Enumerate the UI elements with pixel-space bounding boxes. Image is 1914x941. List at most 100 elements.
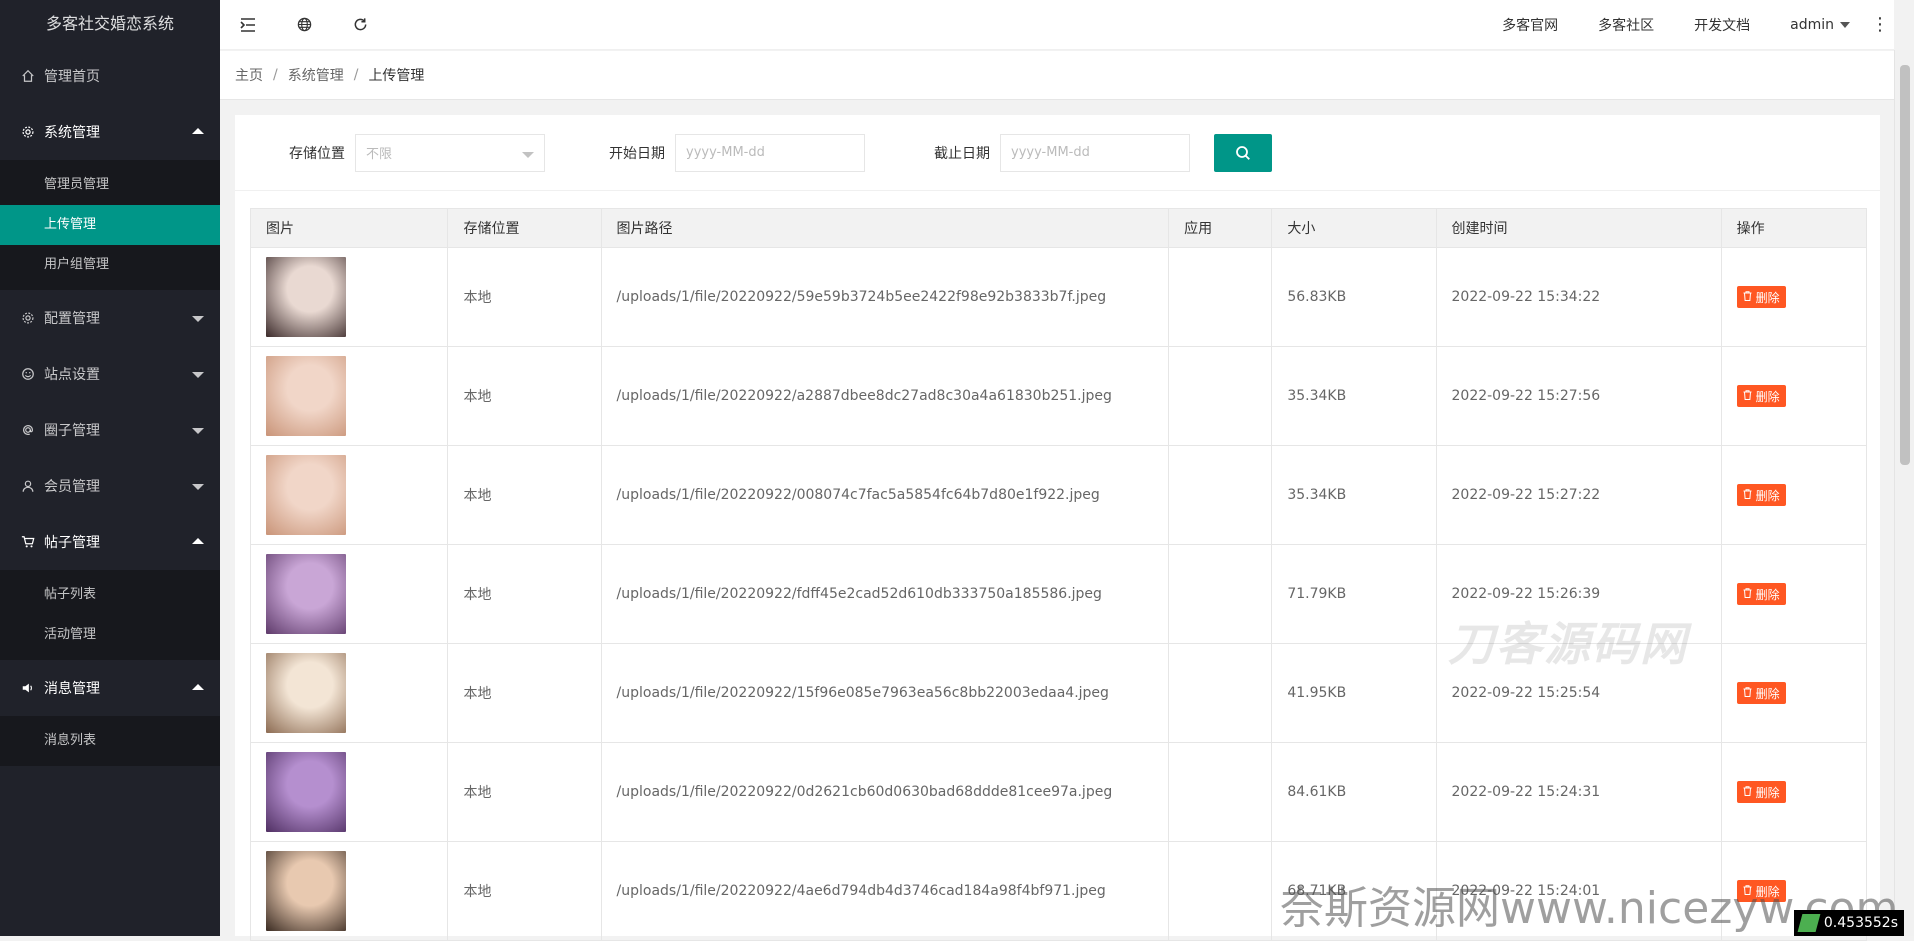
- cell-size: 41.95KB: [1272, 644, 1436, 743]
- trash-icon: [1743, 588, 1752, 601]
- cell-app: [1169, 545, 1272, 644]
- delete-button[interactable]: 删除: [1737, 385, 1786, 407]
- cell-app: [1169, 446, 1272, 545]
- caret-down-icon: [192, 316, 204, 322]
- sidebar-item-label: 管理首页: [44, 66, 100, 86]
- link-official-site[interactable]: 多客官网: [1482, 15, 1578, 35]
- sidebar-item-1[interactable]: 系统管理: [0, 104, 220, 160]
- cell-app: [1169, 644, 1272, 743]
- user-menu[interactable]: admin: [1770, 17, 1866, 33]
- cell-created: 2022-09-22 15:24:31: [1436, 743, 1721, 842]
- end-date-placeholder: yyyy-MM-dd: [1011, 145, 1090, 160]
- link-community[interactable]: 多客社区: [1578, 15, 1674, 35]
- sidebar-item-7[interactable]: 消息管理: [0, 660, 220, 716]
- search-button[interactable]: [1214, 134, 1272, 172]
- end-date-input[interactable]: yyyy-MM-dd: [1000, 134, 1190, 172]
- cart-icon: [20, 534, 36, 550]
- breadcrumb-separator: /: [354, 67, 359, 83]
- sidebar-item-label: 圈子管理: [44, 420, 100, 440]
- globe-icon[interactable]: [276, 0, 332, 50]
- cell-size: 84.61KB: [1272, 743, 1436, 842]
- menu-fold-icon[interactable]: [220, 0, 276, 50]
- cell-actions: 删除: [1721, 644, 1866, 743]
- link-dev-docs[interactable]: 开发文档: [1674, 15, 1770, 35]
- delete-button-label: 删除: [1756, 685, 1780, 702]
- delete-button-label: 删除: [1756, 289, 1780, 306]
- delete-button[interactable]: 删除: [1737, 484, 1786, 506]
- render-timer: 0.453552s: [1794, 910, 1904, 936]
- sidebar-item-6[interactable]: 帖子管理: [0, 514, 220, 570]
- cell-thumbnail: [251, 545, 448, 644]
- page-scrollbar[interactable]: [1894, 50, 1914, 936]
- cell-created: 2022-09-22 15:27:56: [1436, 347, 1721, 446]
- cell-created: 2022-09-22 15:27:22: [1436, 446, 1721, 545]
- cell-actions: 删除: [1721, 545, 1866, 644]
- table-row: 本地/uploads/1/file/20220922/a2887dbee8dc2…: [251, 347, 1867, 446]
- cell-thumbnail: [251, 347, 448, 446]
- delete-button[interactable]: 删除: [1737, 781, 1786, 803]
- app-title: 多客社交婚恋系统: [0, 0, 220, 48]
- table-row: 本地/uploads/1/file/20220922/0d2621cb60d06…: [251, 743, 1867, 842]
- cell-storage: 本地: [448, 743, 601, 842]
- table-body: 本地/uploads/1/file/20220922/59e59b3724b5e…: [251, 248, 1867, 941]
- caret-up-icon: [192, 538, 204, 544]
- thumbnail-image[interactable]: [266, 554, 346, 634]
- storage-select[interactable]: 不限: [355, 134, 545, 172]
- delete-button[interactable]: 删除: [1737, 286, 1786, 308]
- sidebar-item-5[interactable]: 会员管理: [0, 458, 220, 514]
- more-vertical-icon[interactable]: ⋮: [1866, 14, 1894, 35]
- start-date-placeholder: yyyy-MM-dd: [686, 145, 765, 160]
- table-row: 本地/uploads/1/file/20220922/008074c7fac5a…: [251, 446, 1867, 545]
- thumbnail-image[interactable]: [266, 752, 346, 832]
- sidebar-item-0[interactable]: 管理首页: [0, 48, 220, 104]
- sidebar-item-3[interactable]: 站点设置: [0, 346, 220, 402]
- sidebar-subitem[interactable]: 帖子列表: [0, 575, 220, 615]
- sidebar-subitem[interactable]: 上传管理: [0, 205, 220, 245]
- start-date-label: 开始日期: [545, 143, 665, 163]
- chevron-down-icon: [522, 152, 534, 158]
- column-header: 图片: [251, 209, 448, 248]
- sidebar-subitem[interactable]: 活动管理: [0, 615, 220, 655]
- refresh-icon[interactable]: [332, 0, 388, 50]
- sidebar-subitem[interactable]: 管理员管理: [0, 165, 220, 205]
- cell-app: [1169, 248, 1272, 347]
- username: admin: [1790, 17, 1834, 33]
- delete-button-label: 删除: [1756, 487, 1780, 504]
- sidebar-subitem[interactable]: 消息列表: [0, 721, 220, 761]
- breadcrumb-home[interactable]: 主页: [235, 65, 263, 85]
- delete-button[interactable]: 删除: [1737, 682, 1786, 704]
- end-date-label: 截止日期: [865, 143, 990, 163]
- cell-thumbnail: [251, 842, 448, 941]
- cell-storage: 本地: [448, 248, 601, 347]
- timer-value: 0.453552s: [1824, 915, 1898, 931]
- delete-button-label: 删除: [1756, 784, 1780, 801]
- thumbnail-image[interactable]: [266, 257, 346, 337]
- trash-icon: [1743, 489, 1752, 502]
- start-date-input[interactable]: yyyy-MM-dd: [675, 134, 865, 172]
- filter-bar: 存储位置 不限 开始日期 yyyy-MM-dd 截止日期 yyyy-MM-dd: [235, 115, 1880, 191]
- sidebar-item-label: 系统管理: [44, 122, 100, 142]
- sidebar-item-label: 配置管理: [44, 308, 100, 328]
- thumbnail-image[interactable]: [266, 653, 346, 733]
- cell-path: /uploads/1/file/20220922/4ae6d794db4d374…: [601, 842, 1169, 941]
- trash-icon: [1743, 687, 1752, 700]
- cell-size: 56.83KB: [1272, 248, 1436, 347]
- content-card: 存储位置 不限 开始日期 yyyy-MM-dd 截止日期 yyyy-MM-dd …: [235, 115, 1880, 936]
- cell-actions: 删除: [1721, 347, 1866, 446]
- caret-down-icon: [192, 484, 204, 490]
- sidebar-nav: 管理首页系统管理管理员管理上传管理用户组管理配置管理站点设置圈子管理会员管理帖子…: [0, 48, 220, 766]
- thumbnail-image[interactable]: [266, 851, 346, 931]
- delete-button-label: 删除: [1756, 586, 1780, 603]
- thumbnail-image[interactable]: [266, 356, 346, 436]
- thumbnail-image[interactable]: [266, 455, 346, 535]
- sidebar-subitem[interactable]: 用户组管理: [0, 245, 220, 285]
- sidebar-item-label: 站点设置: [44, 364, 100, 384]
- storage-select-value: 不限: [366, 143, 392, 162]
- sidebar-item-4[interactable]: 圈子管理: [0, 402, 220, 458]
- cell-thumbnail: [251, 743, 448, 842]
- sidebar-item-label: 帖子管理: [44, 532, 100, 552]
- sidebar-item-2[interactable]: 配置管理: [0, 290, 220, 346]
- scrollbar-thumb[interactable]: [1900, 65, 1910, 465]
- delete-button[interactable]: 删除: [1737, 583, 1786, 605]
- breadcrumb-system[interactable]: 系统管理: [288, 65, 344, 85]
